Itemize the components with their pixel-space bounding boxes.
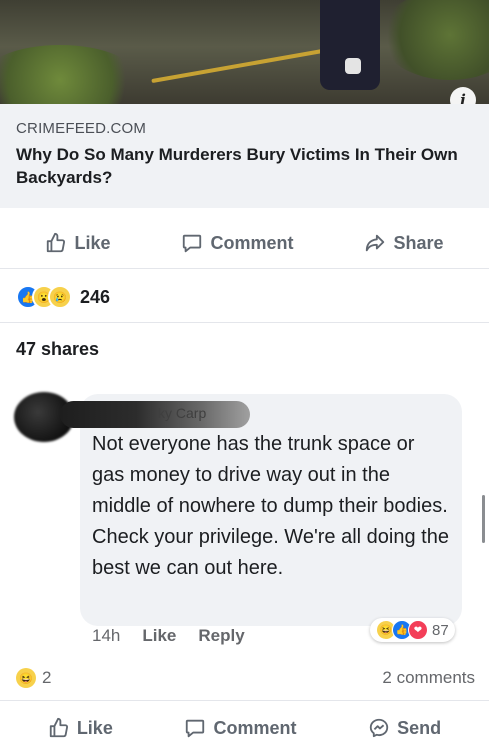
sad-icon: 😢 xyxy=(48,285,72,309)
commenter-name-redacted[interactable] xyxy=(60,401,250,428)
foliage-shape xyxy=(380,0,489,80)
comments-count[interactable]: 2 comments xyxy=(382,668,475,688)
thumbs-up-icon xyxy=(47,232,66,253)
send-button[interactable]: Send xyxy=(368,717,441,739)
like-button[interactable]: Like xyxy=(45,232,111,254)
divider xyxy=(0,700,489,701)
messenger-icon xyxy=(369,718,389,738)
bottom-action-row: Like Comment Send xyxy=(0,706,489,750)
info-icon[interactable]: i xyxy=(450,87,476,104)
share-button[interactable]: Share xyxy=(364,232,444,254)
love-icon: ❤ xyxy=(408,620,428,640)
comment-meta: 14h Like Reply xyxy=(92,626,245,646)
link-preview-image[interactable]: i xyxy=(0,0,489,104)
like-label: Like xyxy=(74,232,111,253)
scrollbar[interactable] xyxy=(482,495,485,543)
person-figure xyxy=(320,0,380,90)
share-count[interactable]: 47 shares xyxy=(16,339,99,360)
bottom-like-label: Like xyxy=(76,717,113,738)
comment-button[interactable]: Comment xyxy=(181,232,294,254)
footer-reaction-summary[interactable]: 😆 2 xyxy=(16,668,51,688)
bottom-comment-label: Comment xyxy=(213,717,297,738)
commenter-name-fragment: ky Carp xyxy=(158,405,207,421)
comment-like-button[interactable]: Like xyxy=(142,626,176,646)
comment-reaction-count: 87 xyxy=(432,621,449,639)
link-domain: CRIMEFEED.COM xyxy=(16,120,147,137)
post-action-row: Like Comment Share xyxy=(0,221,489,265)
grass-shape xyxy=(0,45,140,104)
share-label: Share xyxy=(393,232,444,253)
comment-label: Comment xyxy=(210,232,294,253)
footer-reaction-count: 2 xyxy=(42,668,52,687)
bottom-comment-button[interactable]: Comment xyxy=(184,717,297,739)
comment-bubble-icon xyxy=(183,234,202,253)
divider xyxy=(0,268,489,269)
comment-bubble-icon xyxy=(186,719,205,738)
glove-shape xyxy=(345,58,361,74)
divider xyxy=(0,322,489,323)
link-headline[interactable]: Why Do So Many Murderers Bury Victims In… xyxy=(16,143,476,189)
comment-text: Not everyone has the trunk space or gas … xyxy=(92,433,449,579)
reaction-count: 246 xyxy=(80,286,111,307)
haha-icon: 😆 xyxy=(16,668,36,688)
comment-reactions[interactable]: 😆 👍 ❤ 87 xyxy=(370,618,455,642)
send-label: Send xyxy=(397,717,442,738)
comment-reply-button[interactable]: Reply xyxy=(198,626,244,646)
thumbs-up-icon xyxy=(49,717,68,738)
comment-time: 14h xyxy=(92,626,121,645)
share-arrow-icon xyxy=(366,234,385,252)
bottom-like-button[interactable]: Like xyxy=(48,717,113,739)
reaction-summary[interactable]: 👍 😮 😢 246 xyxy=(16,285,110,309)
